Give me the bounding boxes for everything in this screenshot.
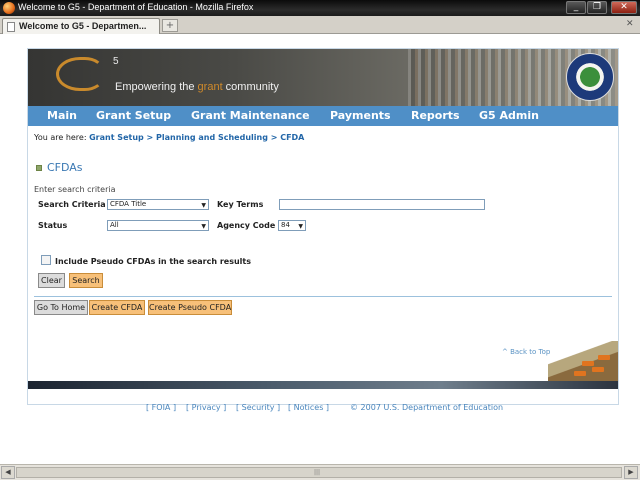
key-terms-label: Key Terms: [217, 200, 264, 209]
maximize-button[interactable]: ❐: [587, 1, 607, 14]
firefox-icon: [3, 2, 15, 14]
clear-button[interactable]: Clear: [38, 273, 65, 288]
page-container: 5 Empowering the grant community Main Gr…: [27, 48, 619, 412]
footer-bar: [28, 381, 618, 389]
chevron-down-icon: ▼: [298, 223, 303, 230]
key-terms-input[interactable]: [279, 199, 485, 210]
page-viewport: 5 Empowering the grant community Main Gr…: [0, 34, 640, 464]
agency-code-label: Agency Code: [217, 221, 276, 230]
window-title: Welcome to G5 - Department of Education …: [18, 2, 254, 12]
desk-shape: [574, 371, 586, 376]
nav-grant-maintenance[interactable]: Grant Maintenance: [191, 109, 310, 122]
nav-g5-admin[interactable]: G5 Admin: [479, 109, 539, 122]
go-to-home-button[interactable]: Go To Home: [34, 300, 88, 315]
department-seal-icon: [566, 53, 614, 101]
scroll-left-icon[interactable]: ◀: [1, 466, 15, 479]
agency-code-select[interactable]: 84 ▼: [278, 220, 306, 231]
include-pseudo-label: Include Pseudo CFDAs in the search resul…: [55, 257, 251, 266]
chevron-down-icon: ▼: [201, 202, 206, 209]
status-select[interactable]: All ▼: [107, 220, 209, 231]
desk-shape: [592, 367, 604, 372]
window-title-bar: Welcome to G5 - Department of Education …: [0, 0, 640, 16]
horizontal-scrollbar[interactable]: ◀ ||| ▶: [0, 464, 640, 480]
browser-tab-label: Welcome to G5 - Departmen...: [19, 21, 147, 31]
tab-strip: Welcome to G5 - Departmen... + ✕: [0, 16, 640, 34]
create-cfda-button[interactable]: Create CFDA: [89, 300, 145, 315]
search-instructions: Enter search criteria: [34, 185, 116, 194]
footer-foia-link[interactable]: [ FOIA ]: [146, 403, 176, 412]
create-pseudo-cfda-button[interactable]: Create Pseudo CFDA: [148, 300, 232, 315]
g5-logo-icon: [56, 57, 104, 91]
page-icon: [7, 22, 15, 32]
nav-reports[interactable]: Reports: [411, 109, 460, 122]
status-label: Status: [38, 221, 68, 230]
scrollbar-grip-icon: |||: [314, 469, 321, 476]
close-window-button[interactable]: ✕: [611, 1, 637, 14]
scroll-right-icon[interactable]: ▶: [624, 466, 638, 479]
chevron-down-icon: ▼: [201, 223, 206, 230]
new-tab-button[interactable]: +: [162, 19, 178, 32]
section-divider: [34, 296, 612, 297]
search-button[interactable]: Search: [69, 273, 103, 288]
minimize-button[interactable]: _: [566, 1, 586, 14]
back-to-top-link[interactable]: ^ Back to Top: [502, 348, 550, 356]
page-title: CFDAs: [47, 161, 83, 174]
breadcrumb: You are here: Grant Setup > Planning and…: [34, 133, 304, 142]
search-criteria-select[interactable]: CFDA Title ▼: [107, 199, 209, 210]
banner-tagline: Empowering the grant community: [115, 81, 279, 93]
breadcrumb-trail[interactable]: Grant Setup > Planning and Scheduling > …: [89, 133, 304, 142]
classroom-image: [548, 341, 618, 381]
header-banner: 5 Empowering the grant community: [28, 49, 618, 106]
footer-notices-link[interactable]: [ Notices ]: [288, 403, 329, 412]
footer-security-link[interactable]: [ Security ]: [236, 403, 280, 412]
main-nav: Main Grant Setup Grant Maintenance Payme…: [28, 106, 618, 126]
g5-logo-sup: 5: [113, 56, 119, 67]
nav-main[interactable]: Main: [47, 109, 77, 122]
footer-copyright: © 2007 U.S. Department of Education: [350, 403, 504, 412]
section-bullet-icon: [36, 165, 42, 171]
browser-tab[interactable]: Welcome to G5 - Departmen...: [2, 18, 160, 34]
breadcrumb-prefix: You are here:: [34, 133, 87, 142]
close-tab-icon[interactable]: ✕: [626, 19, 634, 29]
desk-shape: [598, 355, 610, 360]
nav-payments[interactable]: Payments: [330, 109, 391, 122]
nav-grant-setup[interactable]: Grant Setup: [96, 109, 171, 122]
desk-shape: [582, 361, 594, 366]
search-criteria-label: Search Criteria: [38, 200, 106, 209]
footer-privacy-link[interactable]: [ Privacy ]: [186, 403, 226, 412]
include-pseudo-checkbox[interactable]: [41, 255, 51, 265]
